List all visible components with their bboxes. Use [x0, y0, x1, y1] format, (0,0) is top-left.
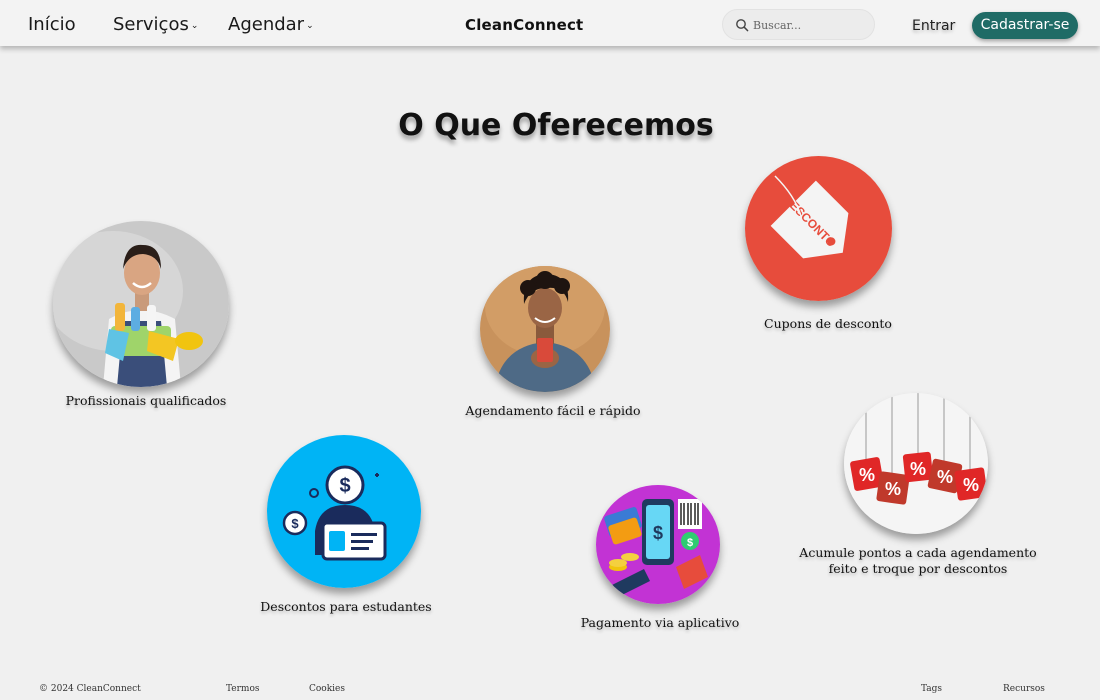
footer-copyright: © 2024 CleanConnect	[39, 684, 141, 694]
svg-text:$: $	[653, 523, 663, 543]
svg-text:$: $	[687, 537, 693, 549]
search-icon	[736, 19, 749, 32]
svg-text:%: %	[963, 475, 979, 495]
footer-tags-link[interactable]: Tags	[921, 684, 942, 694]
cleaner-woman-image	[53, 221, 229, 387]
svg-text:$: $	[339, 475, 350, 497]
search-input[interactable]	[753, 16, 868, 34]
feature-caption: Pagamento via aplicativo	[580, 615, 740, 630]
svg-text:%: %	[885, 479, 901, 499]
feature-caption: Cupons de desconto	[764, 316, 892, 331]
student-id-money-image: $ $	[267, 435, 421, 588]
nav-servicos-dropdown[interactable]: Serviços ⌄	[113, 14, 198, 35]
footer-cookies-link[interactable]: Cookies	[309, 684, 345, 694]
footer-terms-link[interactable]: Termos	[226, 684, 260, 694]
feature-caption-line: feito e troque por descontos	[828, 561, 1008, 576]
feature-caption: Descontos para estudantes	[260, 599, 432, 614]
svg-text:%: %	[859, 465, 875, 485]
signup-button[interactable]: Cadastrar-se	[972, 12, 1078, 39]
nav-agendar-dropdown[interactable]: Agendar ⌄	[228, 14, 314, 35]
feature-caption: Profissionais qualificados	[65, 393, 227, 408]
svg-text:$: $	[291, 516, 299, 531]
footer-resources-link[interactable]: Recursos	[1003, 684, 1045, 694]
man-with-phone-image	[480, 266, 610, 392]
feature-caption: Acumule pontos a cada agendamento feito …	[780, 545, 1056, 577]
percent-tags-image: % % % % %	[844, 393, 988, 534]
nav-inicio-link[interactable]: Início	[28, 14, 76, 35]
discount-tag-image: DESCONTO	[745, 156, 892, 301]
chevron-down-icon: ⌄	[190, 21, 199, 31]
app-payment-image: $ $	[596, 485, 720, 604]
search-box[interactable]	[722, 9, 875, 40]
section-title: O Que Oferecemos	[398, 108, 714, 143]
login-link[interactable]: Entrar	[912, 18, 955, 34]
svg-text:%: %	[910, 459, 926, 479]
brand-logo[interactable]: CleanConnect	[465, 16, 583, 34]
svg-text:%: %	[937, 467, 953, 487]
feature-caption-line: Acumule pontos a cada agendamento	[799, 545, 1037, 560]
feature-caption: Agendamento fácil e rápido	[465, 403, 641, 418]
top-navbar: Início Serviços⌄ Agendar⌄ CleanConnect E…	[0, 0, 1100, 46]
chevron-down-icon: ⌄	[306, 21, 314, 31]
